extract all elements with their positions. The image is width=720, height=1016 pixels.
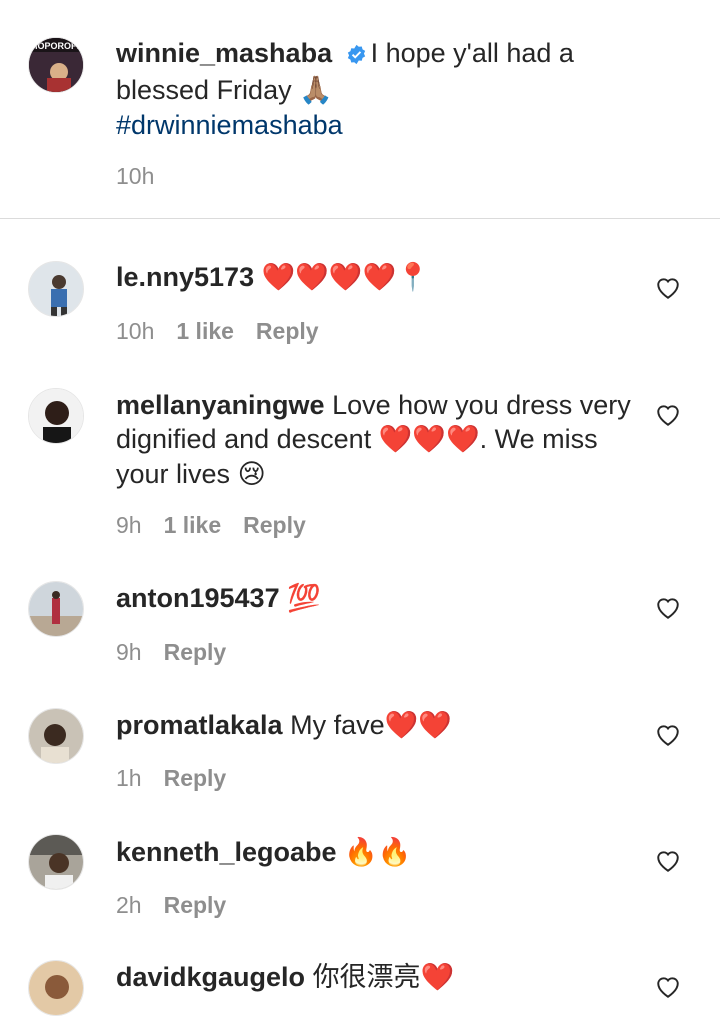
comment-body: 你很漂亮 [312, 962, 421, 992]
comment-emoji: ❤️❤️❤️❤️📍 [261, 262, 430, 293]
like-heart-icon[interactable] [655, 723, 681, 747]
comment-emoji: 💯 [287, 583, 321, 614]
caption-emoji: 🙏🏽 [299, 75, 333, 106]
comment-username[interactable]: kenneth_legoabe [116, 837, 337, 867]
comment-emoji-2: 😢 [237, 459, 266, 490]
comment-text: anton195437 💯 [116, 581, 646, 616]
like-heart-icon[interactable] [655, 276, 681, 300]
caption-hashtag[interactable]: #drwinniemashaba [116, 108, 646, 142]
reply-button[interactable]: Reply [164, 765, 227, 792]
comment-text: mellanyaningwe Love how you dress very d… [116, 388, 646, 492]
comment-emoji: ❤️❤️❤️ [378, 424, 480, 455]
reply-button[interactable]: Reply [243, 512, 306, 539]
comment-username[interactable]: promatlakala [116, 710, 283, 740]
comment-text: le.nny5173 ❤️❤️❤️❤️📍 [116, 260, 646, 295]
like-heart-icon[interactable] [655, 403, 681, 427]
comment-meta: 1h Reply [116, 765, 226, 792]
like-heart-icon[interactable] [655, 975, 681, 999]
comment-username[interactable]: le.nny5173 [116, 262, 254, 292]
avatar-lenny[interactable] [28, 261, 84, 317]
comment-time: 10h [116, 318, 155, 344]
caption-time: 10h [116, 163, 155, 189]
avatar-davidkgaugelo[interactable] [28, 960, 84, 1016]
comment-text: davidkgaugelo 你很漂亮❤️ [116, 960, 646, 995]
comment-meta: 9h 1 like Reply [116, 512, 306, 539]
comment-text: kenneth_legoabe 🔥🔥 [116, 835, 646, 870]
comment-username[interactable]: davidkgaugelo [116, 962, 305, 992]
avatar-mellany[interactable] [28, 388, 84, 444]
avatar-winnie[interactable]: MOPOROFETI [28, 37, 84, 93]
post-caption: MOPOROFETI winnie_mashaba I hope y'all h… [0, 0, 720, 219]
comment-likes[interactable]: 1 like [164, 512, 222, 539]
comment-time: 9h [116, 512, 142, 538]
reply-button[interactable]: Reply [164, 892, 227, 919]
comment-emoji: 🔥🔥 [344, 837, 412, 868]
avatar-text: MOPOROFETI [30, 41, 84, 51]
reply-button[interactable]: Reply [256, 318, 319, 345]
comment-emoji: ❤️❤️ [384, 710, 452, 741]
comment-body: My fave [290, 710, 385, 740]
comment-likes[interactable]: 1 like [176, 318, 234, 345]
like-heart-icon[interactable] [655, 596, 681, 620]
caption-username[interactable]: winnie_mashaba [116, 38, 332, 68]
comment-text: promatlakala My fave❤️❤️ [116, 708, 646, 743]
comment-time: 1h [116, 765, 142, 791]
verified-badge-icon [346, 39, 367, 73]
comment-emoji: ❤️ [420, 962, 455, 993]
like-heart-icon[interactable] [655, 849, 681, 873]
comment-meta: 10h 1 like Reply [116, 318, 319, 345]
avatar-kenneth[interactable] [28, 834, 84, 890]
reply-button[interactable]: Reply [164, 639, 227, 666]
comment-meta: 2h Reply [116, 892, 226, 919]
avatar-anton[interactable] [28, 581, 84, 637]
comment-username[interactable]: anton195437 [116, 583, 280, 613]
comment-time: 2h [116, 892, 142, 918]
caption-text: winnie_mashaba I hope y'all had a blesse… [116, 36, 646, 142]
caption-meta: 10h [116, 163, 154, 190]
avatar-promatlakala[interactable] [28, 708, 84, 764]
comment-time: 9h [116, 639, 142, 665]
comment-meta: 9h Reply [116, 639, 226, 666]
comment-username[interactable]: mellanyaningwe [116, 390, 325, 420]
